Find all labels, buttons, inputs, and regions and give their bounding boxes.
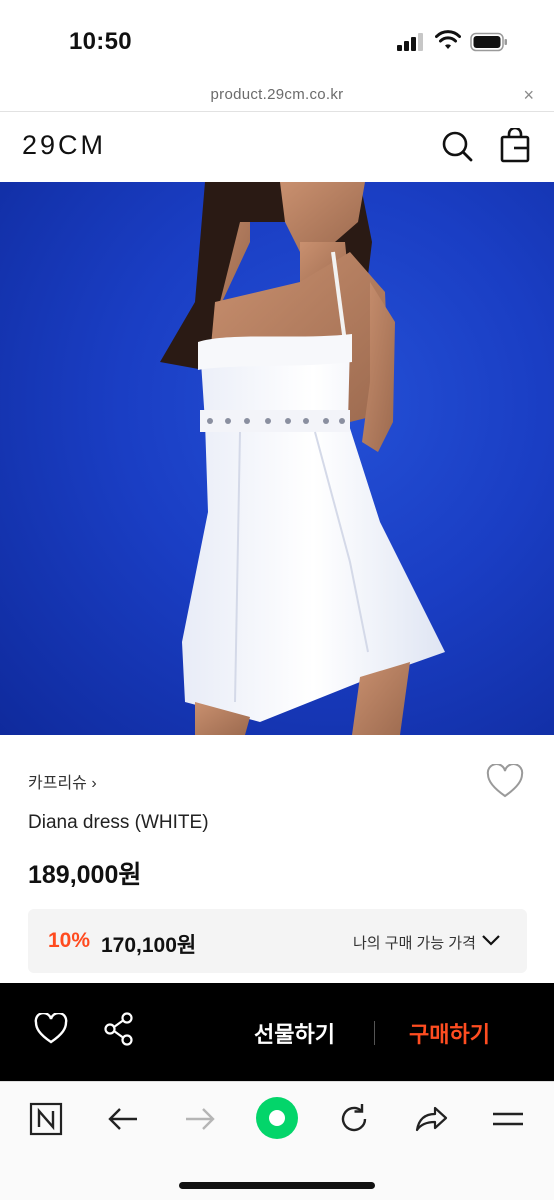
reload-icon[interactable]	[336, 1101, 372, 1137]
site-logo[interactable]: 29CM	[22, 130, 106, 161]
purchase-bar: 선물하기 구매하기	[0, 983, 554, 1081]
product-name: Diana dress (WHITE)	[28, 812, 209, 833]
discount-rate: 10%	[48, 929, 91, 952]
share-icon[interactable]	[103, 1012, 135, 1046]
chevron-down-icon	[482, 935, 500, 946]
product-photo	[160, 182, 445, 735]
status-time: 10:50	[69, 28, 132, 55]
product-price: 189,000원	[28, 861, 142, 889]
buy-button[interactable]: 구매하기	[409, 1017, 490, 1049]
green-dot-icon[interactable]	[255, 1096, 299, 1140]
wishlist-heart-icon[interactable]	[486, 764, 524, 800]
status-bar: 10:50	[0, 0, 554, 82]
home-indicator	[179, 1182, 375, 1189]
brand-link[interactable]: 카프리슈 ›	[28, 769, 97, 793]
share-arrow-icon[interactable]	[413, 1101, 449, 1137]
browser-url-bar[interactable]: product.29cm.co.kr ×	[0, 82, 554, 112]
my-price-dropdown[interactable]: 10% 170,100원 나의 구매 가능 가격	[28, 909, 527, 973]
wifi-icon	[435, 30, 461, 49]
menu-icon[interactable]	[490, 1101, 526, 1137]
search-icon[interactable]	[440, 129, 474, 163]
chevron-right-icon: ›	[91, 775, 97, 792]
url-text[interactable]: product.29cm.co.kr	[0, 86, 554, 103]
shopping-bag-icon[interactable]	[498, 128, 532, 164]
site-header: 29CM	[0, 112, 554, 182]
my-price-label: 나의 구매 가능 가격	[353, 935, 476, 952]
naver-n-icon[interactable]	[28, 1101, 64, 1137]
close-icon[interactable]: ×	[523, 85, 534, 106]
divider	[374, 1021, 375, 1045]
browser-toolbar	[0, 1081, 554, 1200]
forward-arrow-icon[interactable]	[182, 1101, 218, 1137]
battery-icon	[470, 32, 507, 52]
discount-price: 170,100원	[101, 934, 197, 957]
brand-name: 카프리슈	[28, 775, 87, 792]
heart-icon[interactable]	[34, 1013, 68, 1045]
gift-button[interactable]: 선물하기	[254, 1017, 335, 1049]
product-image[interactable]	[0, 182, 554, 735]
back-arrow-icon[interactable]	[105, 1101, 141, 1137]
cellular-signal-icon	[397, 33, 423, 51]
